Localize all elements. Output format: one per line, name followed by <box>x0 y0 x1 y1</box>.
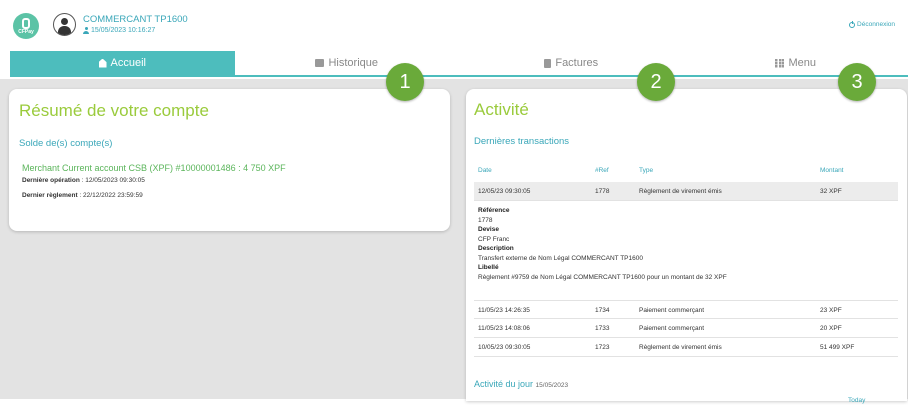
activity-card: Activité Dernières transactions Date #Re… <box>466 89 907 401</box>
merchant-session-info: 15/05/2023 10:16:27 <box>83 27 155 34</box>
tab-menu[interactable]: Menu <box>683 51 908 75</box>
row-date: 11/05/23 14:08:06 <box>478 325 530 332</box>
summary-title: Résumé de votre compte <box>19 101 209 120</box>
transaction-detail: Référence 1778 Devise CFP Franc Descript… <box>478 206 727 282</box>
tab-label: Accueil <box>110 57 146 69</box>
row-amount: 51 499 XPF <box>820 344 855 351</box>
merchant-name: COMMERCANT TP1600 <box>83 14 188 25</box>
tab-label: Factures <box>555 57 599 69</box>
logout-link[interactable]: Déconnexion <box>849 20 895 28</box>
reference-label: Référence <box>478 207 510 214</box>
top-header: CFPay COMMERCANT TP1600 15/05/2023 10:16… <box>0 0 908 50</box>
transactions-table-header: Date #Ref Type Montant <box>478 167 896 181</box>
table-row[interactable]: 11/05/23 14:08:06 1733 Paiement commerça… <box>474 319 898 338</box>
content-area: Résumé de votre compte Solde de(s) compt… <box>0 79 908 401</box>
table-row[interactable]: 10/05/23 09:30:05 1723 Règlement de vire… <box>474 338 898 357</box>
description-label: Description <box>478 245 514 252</box>
libelle-value: Règlement #9759 de Nom Légal COMMERCANT … <box>478 273 727 281</box>
row-date: 12/05/23 09:30:05 <box>478 188 531 195</box>
row-amount: 32 XPF <box>820 188 842 195</box>
grid-icon <box>775 58 785 68</box>
phone-icon <box>22 18 30 29</box>
last-settlement-value: : 22/12/2022 23:59:59 <box>77 192 143 199</box>
balance-title: Solde de(s) compte(s) <box>19 138 113 149</box>
logo-text: CFPay <box>18 29 34 35</box>
row-type: Règlement de virement émis <box>639 188 722 195</box>
last-settlement-label: Dernier règlement <box>22 192 78 199</box>
session-datetime: 15/05/2023 10:16:27 <box>91 27 156 34</box>
row-type: Règlement de virement émis <box>639 344 722 351</box>
annotation-badge-3: 3 <box>838 63 876 101</box>
annotation-badge-1: 1 <box>386 63 424 101</box>
tab-accueil[interactable]: Accueil <box>10 51 235 75</box>
col-date: Date <box>478 167 492 174</box>
row-ref: 1734 <box>595 307 610 314</box>
user-avatar-icon <box>53 13 76 36</box>
row-type: Paiement commerçant <box>639 307 705 314</box>
row-date: 10/05/23 09:30:05 <box>478 344 531 351</box>
row-amount: 20 XPF <box>820 325 842 332</box>
currency-label: Devise <box>478 226 499 233</box>
col-ref: #Ref <box>595 167 609 174</box>
power-icon <box>849 20 856 28</box>
reference-value: 1778 <box>478 216 493 224</box>
row-ref: 1733 <box>595 325 610 332</box>
main-nav: Accueil Historique Factures Menu <box>10 51 908 77</box>
libelle-label: Libellé <box>478 264 499 271</box>
table-row[interactable]: 11/05/23 14:26:35 1734 Paiement commerça… <box>474 300 898 319</box>
tab-label: Historique <box>328 57 379 69</box>
row-date: 11/05/23 14:26:35 <box>478 307 530 314</box>
currency-value: CFP Franc <box>478 235 510 243</box>
last-operation-value: : 12/05/2023 09:30:05 <box>79 177 145 184</box>
user-icon <box>83 27 89 34</box>
tab-historique[interactable]: Historique <box>234 51 459 75</box>
logout-label: Déconnexion <box>857 21 895 28</box>
account-summary-card: Résumé de votre compte Solde de(s) compt… <box>9 89 450 231</box>
last-operation: Dernière opération : 12/05/2023 09:30:05 <box>22 177 145 184</box>
cfpay-logo: CFPay <box>13 13 39 39</box>
recent-transactions-title: Dernières transactions <box>474 136 570 147</box>
invoice-icon <box>544 58 552 68</box>
row-ref: 1778 <box>595 188 610 195</box>
row-ref: 1723 <box>595 344 610 351</box>
col-amount: Montant <box>820 167 844 174</box>
history-icon <box>315 59 325 67</box>
tab-label: Menu <box>788 57 817 69</box>
home-icon <box>98 58 107 68</box>
annotation-badge-2: 2 <box>637 63 675 101</box>
last-operation-label: Dernière opération <box>22 177 80 184</box>
row-amount: 23 XPF <box>820 307 842 314</box>
col-type: Type <box>639 167 654 174</box>
table-row[interactable]: 12/05/23 09:30:05 1778 Règlement de vire… <box>474 182 898 201</box>
activity-title: Activité <box>474 100 529 119</box>
row-type: Paiement commerçant <box>639 325 705 332</box>
description-value: Transfert externe de Nom Légal COMMERCAN… <box>478 254 643 262</box>
account-balance-link[interactable]: Merchant Current account CSB (XPF) #1000… <box>22 163 286 173</box>
last-settlement: Dernier règlement : 22/12/2022 23:59:59 <box>22 192 143 199</box>
